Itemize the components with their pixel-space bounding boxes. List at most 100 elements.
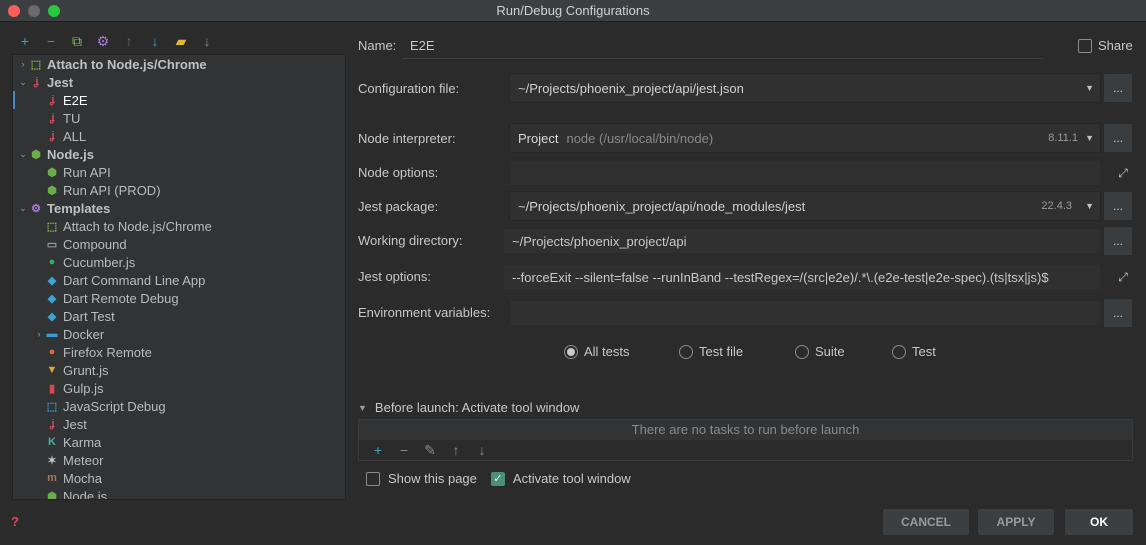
- radio-button[interactable]: [679, 344, 693, 359]
- tree-item[interactable]: ◆ Dart Remote Debug: [13, 289, 345, 307]
- cucumber-icon: ●: [48, 256, 56, 268]
- tree-item[interactable]: ʝ TU: [13, 109, 345, 127]
- config-file-value: ~/Projects/phoenix_project/api/jest.json: [518, 80, 744, 96]
- radio-test[interactable]: Test: [892, 344, 952, 359]
- activate-tool-window-checkbox[interactable]: ✓: [490, 471, 505, 486]
- radio-suite[interactable]: Suite: [795, 344, 892, 359]
- tree-item[interactable]: ● Cucumber.js: [13, 253, 345, 271]
- expand-arrow-icon[interactable]: ⌄: [17, 77, 29, 88]
- expand-icon[interactable]: ⤢: [1108, 158, 1138, 188]
- jest-package-combo[interactable]: ~/Projects/phoenix_project/api/node_modu…: [509, 191, 1101, 221]
- add-icon[interactable]: +: [365, 442, 391, 459]
- expand-arrow-icon[interactable]: ›: [33, 329, 45, 339]
- env-vars-field[interactable]: [509, 300, 1101, 326]
- tree-item[interactable]: › ⬚ Attach to Node.js/Chrome: [13, 55, 345, 73]
- tree-item[interactable]: ✶ Meteor: [13, 451, 345, 469]
- tree-item[interactable]: ◆ Dart Command Line App: [13, 271, 345, 289]
- node-options-label: Node options:: [358, 165, 439, 180]
- before-launch-tasks: There are no tasks to run before launch …: [358, 419, 1133, 461]
- radio-button[interactable]: [564, 344, 578, 359]
- node-options-field[interactable]: [509, 160, 1101, 186]
- tree-item-label: Templates: [47, 200, 111, 216]
- expand-arrow-icon[interactable]: ⌄: [17, 203, 29, 214]
- share-checkbox[interactable]: Share: [1078, 38, 1133, 53]
- cancel-button[interactable]: CANCEL: [882, 508, 970, 536]
- show-page-label: Show this page: [388, 471, 477, 486]
- radio-button[interactable]: [795, 344, 809, 359]
- tree-item[interactable]: ʝ ALL: [13, 127, 345, 145]
- show-page-checkbox[interactable]: [366, 471, 380, 486]
- working-dir-field[interactable]: ~/Projects/phoenix_project/api: [503, 228, 1101, 254]
- node-interpreter-path: node (/usr/local/bin/node): [566, 130, 714, 146]
- tree-item[interactable]: ▼ Grunt.js: [13, 361, 345, 379]
- share-label: Share: [1098, 38, 1133, 53]
- jest-package-value: ~/Projects/phoenix_project/api/node_modu…: [518, 198, 806, 214]
- tree-item[interactable]: ʝ Jest: [13, 415, 345, 433]
- tree-item[interactable]: ⌄ ⚙ Templates: [13, 199, 345, 217]
- move-down-icon[interactable]: ↓: [469, 442, 495, 459]
- node-interpreter-combo[interactable]: Project node (/usr/local/bin/node) 8.11.…: [509, 123, 1101, 153]
- config-file-combo[interactable]: ~/Projects/phoenix_project/api/jest.json…: [509, 73, 1101, 103]
- copy-icon[interactable]: ⧉: [64, 32, 90, 50]
- tree-item[interactable]: ▭ Compound: [13, 235, 345, 253]
- config-file-label: Configuration file:: [358, 81, 460, 96]
- tree-item[interactable]: ⬢ Node.js: [13, 487, 345, 500]
- tree-item-label: JavaScript Debug: [63, 398, 166, 414]
- before-launch-empty-text: There are no tasks to run before launch: [359, 420, 1132, 440]
- radio-all-tests[interactable]: All tests: [564, 344, 679, 359]
- edit-icon[interactable]: ✎: [417, 442, 443, 459]
- ok-button[interactable]: OK: [1064, 508, 1134, 536]
- expand-arrow-icon[interactable]: ›: [17, 59, 29, 69]
- tree-item[interactable]: m Mocha: [13, 469, 345, 487]
- radio-test-file[interactable]: Test file: [679, 344, 795, 359]
- move-down-icon[interactable]: ↓: [142, 32, 168, 50]
- tree-item-label: Dart Remote Debug: [63, 290, 179, 306]
- jest-package-browse-button[interactable]: ...: [1103, 191, 1133, 221]
- radio-button[interactable]: [892, 344, 906, 359]
- node-interpreter-browse-button[interactable]: ...: [1103, 123, 1133, 153]
- name-field[interactable]: E2E: [402, 33, 1044, 59]
- tree-item[interactable]: ⬚ Attach to Node.js/Chrome: [13, 217, 345, 235]
- radio-label: Test: [912, 344, 936, 359]
- tree-item-label: Jest: [47, 74, 74, 90]
- tree-item[interactable]: ● Firefox Remote: [13, 343, 345, 361]
- before-launch-header[interactable]: ▼ Before launch: Activate tool window: [358, 400, 579, 415]
- configurations-tree[interactable]: › ⬚ Attach to Node.js/Chrome ⌄ ʝ Jest ʝ E2E ʝ TU ʝ…: [12, 54, 346, 500]
- tree-item[interactable]: ▮ Gulp.js: [13, 379, 345, 397]
- nodejs-icon: ⬢: [47, 490, 57, 500]
- tree-item-label: Dart Command Line App: [63, 272, 206, 288]
- radio-label: All tests: [584, 344, 630, 359]
- tree-item[interactable]: › ▬ Docker: [13, 325, 345, 343]
- apply-button[interactable]: APPLY: [977, 508, 1055, 536]
- tree-item[interactable]: ⬚ JavaScript Debug: [13, 397, 345, 415]
- remove-icon[interactable]: −: [391, 442, 417, 459]
- move-up-icon[interactable]: ↑: [443, 442, 469, 459]
- tree-item[interactable]: K Karma: [13, 433, 345, 451]
- tree-item[interactable]: ◆ Dart Test: [13, 307, 345, 325]
- tree-item[interactable]: ʝ E2E: [13, 91, 345, 109]
- chevron-down-icon: ▼: [1085, 133, 1094, 143]
- move-up-icon[interactable]: ↑: [116, 32, 142, 50]
- tree-item[interactable]: ⌄ ʝ Jest: [13, 73, 345, 91]
- templates-icon: ⚙: [31, 202, 41, 215]
- tree-item[interactable]: ⬢ Run API (PROD): [13, 181, 345, 199]
- expand-arrow-icon[interactable]: ⌄: [17, 149, 29, 160]
- folder-icon[interactable]: ▰: [168, 32, 194, 50]
- chevron-down-icon: ▼: [1085, 201, 1094, 211]
- remove-icon[interactable]: −: [38, 32, 64, 50]
- share-checkbox-box[interactable]: [1078, 38, 1092, 53]
- working-dir-browse-button[interactable]: ...: [1103, 226, 1133, 256]
- settings-icon[interactable]: ⚙: [90, 32, 116, 50]
- before-launch-title: Before launch: Activate tool window: [374, 400, 580, 415]
- expand-icon[interactable]: ⤢: [1108, 262, 1138, 292]
- tree-item[interactable]: ⬢ Run API: [13, 163, 345, 181]
- jest-options-field[interactable]: --forceExit --silent=false --runInBand -…: [503, 264, 1101, 290]
- add-icon[interactable]: +: [12, 32, 38, 50]
- sort-icon[interactable]: ↓: [194, 32, 220, 50]
- tree-item[interactable]: ⌄ ⬢ Node.js: [13, 145, 345, 163]
- node-interpreter-project: Project: [518, 130, 559, 146]
- mocha-icon: m: [47, 472, 57, 484]
- env-vars-browse-button[interactable]: ...: [1103, 298, 1133, 328]
- help-icon[interactable]: ?: [11, 514, 23, 529]
- config-file-browse-button[interactable]: ...: [1103, 73, 1133, 103]
